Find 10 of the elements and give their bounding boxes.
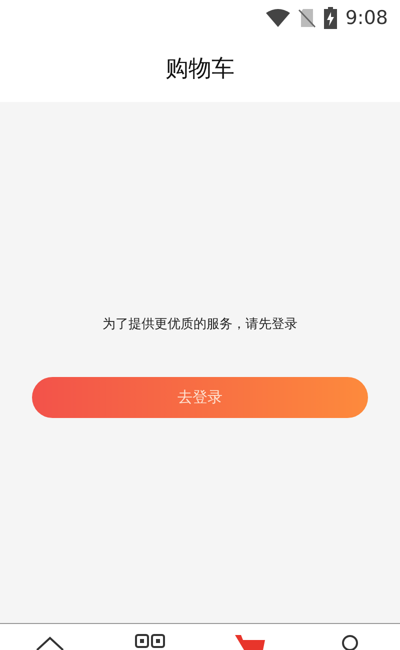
login-prompt-text: 为了提供更优质的服务，请先登录 [102, 316, 298, 334]
battery-icon [324, 7, 338, 29]
cart-icon [235, 634, 265, 650]
status-time: 9:08 [345, 6, 388, 31]
page-title: 购物车 [166, 54, 234, 84]
home-icon [35, 634, 65, 650]
grid-icon [135, 634, 165, 650]
wifi-icon [266, 9, 290, 27]
no-sim-icon [298, 8, 316, 28]
login-button[interactable]: 去登录 [32, 376, 368, 418]
